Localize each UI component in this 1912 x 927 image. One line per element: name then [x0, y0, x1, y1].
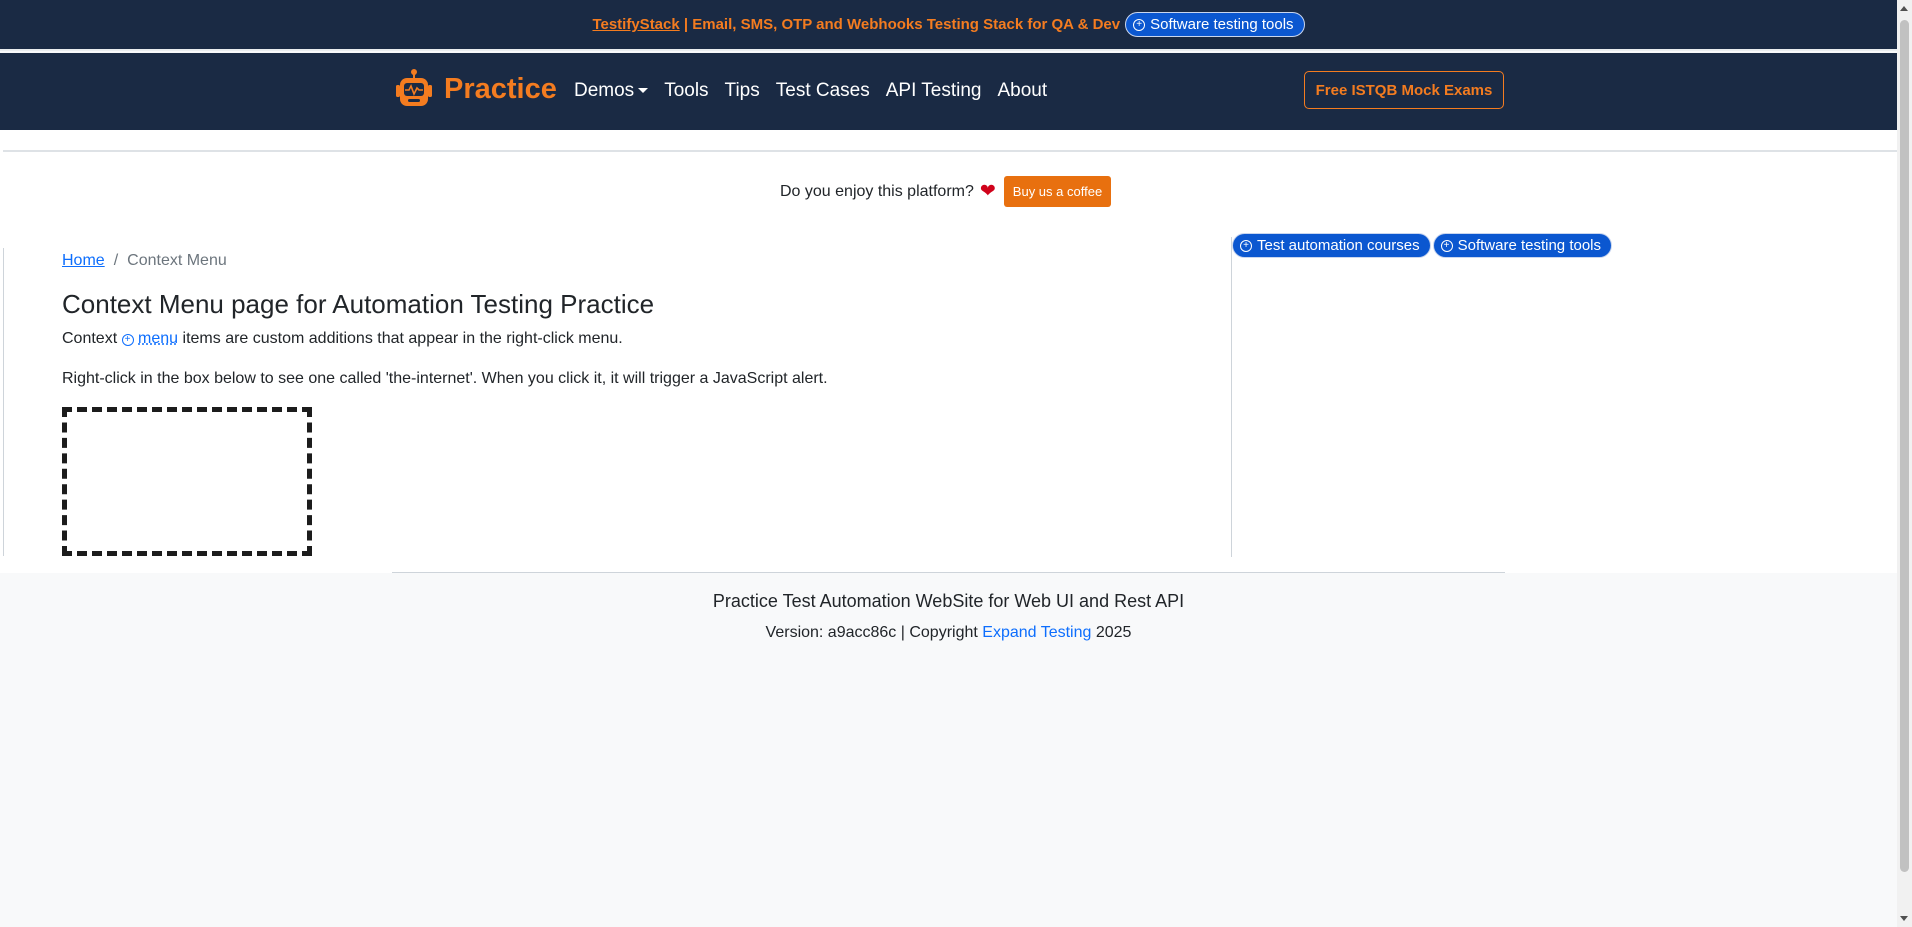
- plus-circle-icon: +: [1133, 18, 1146, 31]
- nav-test-cases[interactable]: Test Cases: [776, 80, 870, 102]
- promo-description: | Email, SMS, OTP and Webhooks Testing S…: [679, 16, 1121, 33]
- buy-coffee-button[interactable]: Buy us a coffee: [1003, 176, 1112, 207]
- nav-tips[interactable]: Tips: [725, 80, 760, 102]
- intro-text-end: items are custom additions that appear i…: [178, 330, 623, 347]
- breadcrumb-separator: /: [113, 252, 119, 269]
- scrollbar-thumb[interactable]: [1900, 20, 1909, 872]
- intro-text-start: Context: [62, 330, 122, 347]
- announcement-bar: TestifyStack | Email, SMS, OTP and Webho…: [0, 0, 1897, 51]
- page-title: Context Menu page for Automation Testing…: [62, 289, 655, 319]
- menu-link[interactable]: menu: [138, 330, 178, 347]
- plus-circle-icon: +: [1440, 239, 1453, 252]
- promo-text: TestifyStack | Email, SMS, OTP and Webho…: [592, 16, 1120, 33]
- divider: [3, 150, 1897, 152]
- breadcrumb-current: Context Menu: [127, 252, 227, 269]
- pill-label: Test automation courses: [1257, 237, 1420, 254]
- brand-name: Practice: [444, 72, 557, 105]
- breadcrumb: Home / Context Menu: [62, 252, 227, 270]
- footer-title: Practice Test Automation WebSite for Web…: [712, 591, 1185, 611]
- plus-circle-icon: +: [1240, 239, 1252, 252]
- support-banner: Do you enjoy this platform? ❤ Buy us a c…: [780, 176, 1112, 207]
- nav-api-testing[interactable]: API Testing: [886, 80, 982, 102]
- breadcrumb-home[interactable]: Home: [62, 252, 105, 269]
- chevron-down-icon: [638, 88, 649, 94]
- heart-icon: ❤: [979, 181, 996, 202]
- robot-icon: [396, 69, 432, 106]
- nav-demos[interactable]: Demos: [574, 80, 649, 102]
- intro-paragraph: Context + menu items are custom addition…: [62, 330, 623, 348]
- footer-version: Version: a9acc86c | Copyright Expand Tes…: [0, 624, 1897, 642]
- footer-divider: [392, 572, 1505, 573]
- testifystack-link[interactable]: TestifyStack: [592, 16, 679, 33]
- plus-circle-icon: +: [121, 334, 134, 346]
- nav-tools[interactable]: Tools: [664, 80, 708, 102]
- software-testing-tools-pill[interactable]: + Software testing tools: [1432, 233, 1613, 258]
- nav-demos-label: Demos: [574, 80, 635, 101]
- sidebar-pills: + Test automation courses + Software tes…: [1232, 233, 1613, 258]
- istqb-mock-exams-button[interactable]: Free ISTQB Mock Exams: [1304, 71, 1504, 109]
- support-question: Do you enjoy this platform?: [780, 182, 974, 200]
- scroll-down-arrow-icon[interactable]: [1900, 916, 1908, 921]
- pill-label: Software testing tools: [1457, 237, 1602, 254]
- version-text: Version: a9acc86c | Copyright: [765, 624, 983, 641]
- scroll-up-arrow-icon[interactable]: [1900, 6, 1908, 11]
- left-border: [3, 248, 4, 556]
- vertical-scrollbar[interactable]: [1897, 0, 1912, 927]
- software-testing-tools-pill[interactable]: + Software testing tools: [1125, 12, 1305, 37]
- nav-about[interactable]: About: [998, 80, 1048, 102]
- main-navbar: Practice Demos Tools Tips Test Cases API…: [0, 53, 1897, 130]
- brand-logo-link[interactable]: Practice: [392, 67, 557, 111]
- copyright-year: 2025: [1091, 624, 1132, 641]
- nav-links: Demos Tools Tips Test Cases API Testing …: [574, 80, 1047, 102]
- expand-testing-link[interactable]: Expand Testing: [982, 624, 1091, 641]
- sidebar-border: [1231, 237, 1232, 557]
- pill-label: Software testing tools: [1150, 16, 1294, 33]
- context-menu-hotspot[interactable]: [62, 407, 312, 556]
- test-automation-courses-pill[interactable]: + Test automation courses: [1232, 233, 1431, 258]
- instruction-paragraph: Right-click in the box below to see one …: [62, 370, 828, 387]
